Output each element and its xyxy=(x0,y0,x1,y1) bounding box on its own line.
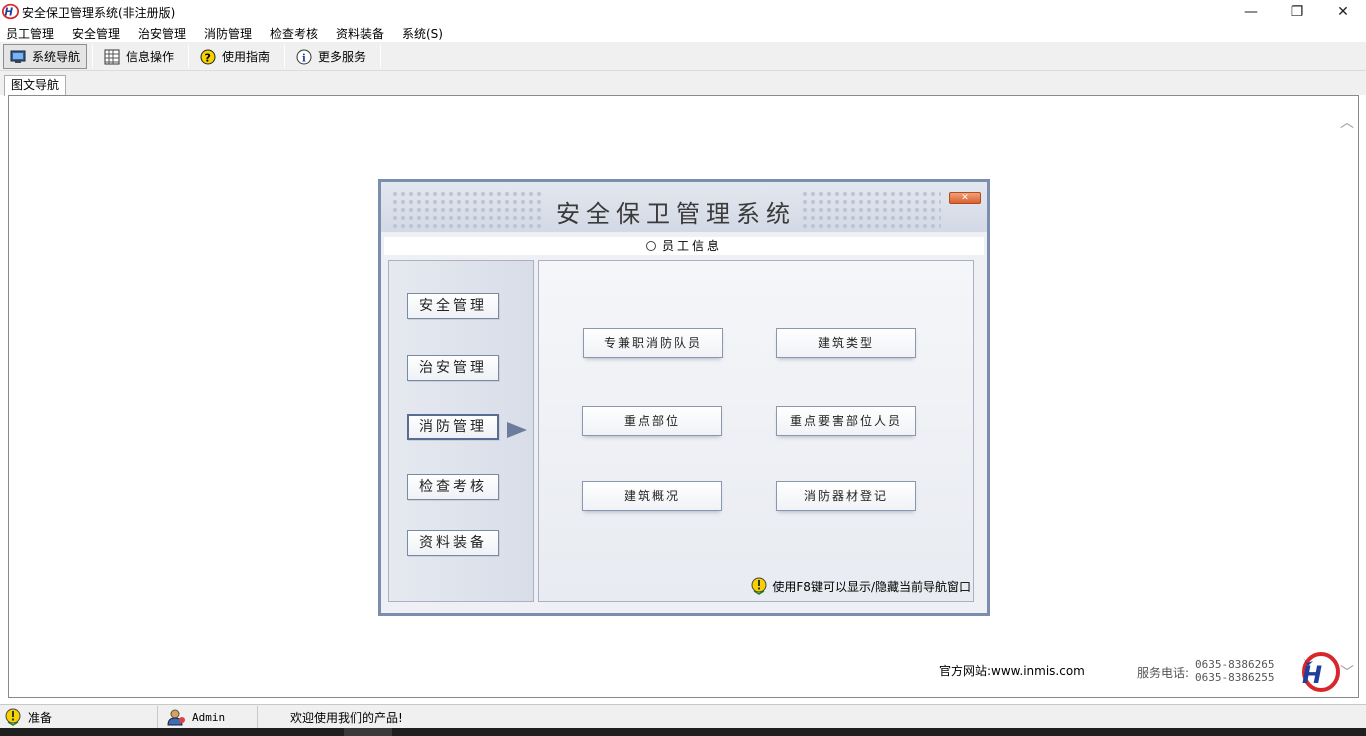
scroll-down-icon[interactable]: ﹀ xyxy=(1340,662,1354,682)
toolbar-guide-button[interactable]: ? 使用指南 xyxy=(194,44,276,69)
menu-safety[interactable]: 安全管理 xyxy=(72,25,120,42)
function-key-personnel-button[interactable]: 重点要害部位人员 xyxy=(776,406,916,436)
menu-inspection[interactable]: 检查考核 xyxy=(270,25,318,42)
tab-graphic-nav[interactable]: 图文导航 xyxy=(4,75,67,96)
category-safety-button[interactable]: 安全管理 xyxy=(407,293,499,319)
function-key-areas-button[interactable]: 重点部位 xyxy=(582,406,722,436)
navigation-title: 安全保卫管理系统 xyxy=(556,200,796,228)
content-area: ︿ ﹀ 安全保卫管理系统 ✕ 员工信息 安全管理 治安管理 消防管理 检查考核 … xyxy=(8,95,1359,698)
menu-staff[interactable]: 员工管理 xyxy=(6,25,54,42)
toolbar-nav-button[interactable]: 系统导航 xyxy=(3,44,88,69)
category-security-button[interactable]: 治安管理 xyxy=(407,355,499,381)
taskbar-active-item[interactable] xyxy=(344,728,392,736)
official-website: 官方网站:www.inmis.com xyxy=(939,664,1085,678)
section-title: 员工信息 xyxy=(661,239,722,253)
tab-strip: 图文导航 xyxy=(0,71,1366,96)
toolbar-services-button[interactable]: i 更多服务 xyxy=(290,44,372,69)
navigation-window-body: 安全保卫管理系统 ✕ 员工信息 安全管理 治安管理 消防管理 检查考核 资料装备… xyxy=(381,182,987,613)
menu-fire[interactable]: 消防管理 xyxy=(204,25,252,42)
help-icon: ? xyxy=(200,49,216,64)
svg-text:?: ? xyxy=(205,51,211,64)
restore-button[interactable]: ❐ xyxy=(1274,0,1320,23)
status-user-cell: Admin xyxy=(162,706,258,728)
svg-text:H: H xyxy=(5,8,14,19)
status-state-cell: 准备 xyxy=(0,706,158,728)
selected-arrow-icon xyxy=(507,422,527,438)
menu-equipment[interactable]: 资料装备 xyxy=(336,25,384,42)
svg-text:H: H xyxy=(1302,661,1322,689)
toolbar-info-label: 信息操作 xyxy=(126,50,175,64)
toolbar-nav-label: 系统导航 xyxy=(32,50,81,64)
function-building-type-button[interactable]: 建筑类型 xyxy=(776,328,916,358)
circle-icon xyxy=(645,241,656,251)
monitor-icon xyxy=(10,50,26,63)
status-user: Admin xyxy=(192,710,226,724)
warning-icon xyxy=(751,577,767,595)
toolbar-separator xyxy=(92,45,93,68)
category-fire-button[interactable]: 消防管理 xyxy=(407,414,499,440)
svg-text:i: i xyxy=(302,53,306,64)
toolbar-guide-label: 使用指南 xyxy=(222,50,271,64)
category-equipment-button[interactable]: 资料装备 xyxy=(407,530,499,556)
navigation-close-button[interactable]: ✕ xyxy=(949,192,981,204)
taskbar xyxy=(0,728,1366,736)
service-phone-1: 0635-8386265 xyxy=(1195,658,1275,671)
toolbar-info-button[interactable]: 信息操作 xyxy=(98,44,180,69)
company-logo-icon: H xyxy=(1302,652,1340,692)
toolbar-separator xyxy=(284,45,285,68)
warning-icon xyxy=(5,708,21,726)
service-phone-2: 0635-8386255 xyxy=(1195,671,1275,684)
close-button[interactable]: ✕ xyxy=(1320,0,1366,23)
title-bar: H 安全保卫管理系统(非注册版) — ❐ ✕ xyxy=(0,0,1366,23)
menu-bar: 员工管理 安全管理 治安管理 消防管理 检查考核 资料装备 系统(S) xyxy=(0,23,1366,42)
f8-hint: 使用F8键可以显示/隐藏当前导航窗口 xyxy=(750,577,971,595)
toolbar-services-label: 更多服务 xyxy=(318,50,367,64)
user-icon xyxy=(167,709,185,726)
scroll-up-icon[interactable]: ︿ xyxy=(1340,112,1354,132)
function-fire-equipment-button[interactable]: 消防器材登记 xyxy=(776,481,916,511)
status-message-cell: 欢迎使用我们的产品! xyxy=(286,706,686,728)
window-title: 安全保卫管理系统(非注册版) xyxy=(22,6,176,20)
function-building-overview-button[interactable]: 建筑概况 xyxy=(582,481,722,511)
status-bar: 准备 Admin 欢迎使用我们的产品! xyxy=(0,704,1366,728)
navigation-header: 安全保卫管理系统 ✕ xyxy=(381,182,987,232)
grid-icon xyxy=(104,49,120,64)
toolbar-separator xyxy=(380,45,381,68)
category-inspection-button[interactable]: 检查考核 xyxy=(407,474,499,500)
navigation-window: 安全保卫管理系统 ✕ 员工信息 安全管理 治安管理 消防管理 检查考核 资料装备… xyxy=(378,179,990,616)
menu-system[interactable]: 系统(S) xyxy=(402,25,443,42)
app-logo-icon: H xyxy=(2,3,19,20)
menu-security[interactable]: 治安管理 xyxy=(138,25,186,42)
status-state: 准备 xyxy=(28,710,53,725)
info-icon: i xyxy=(296,49,312,64)
minimize-button[interactable]: — xyxy=(1228,0,1274,23)
status-message: 欢迎使用我们的产品! xyxy=(290,710,403,725)
service-phone-label: 服务电话: xyxy=(1137,666,1190,680)
toolbar: 系统导航 信息操作 ? 使用指南 i 更多服务 xyxy=(0,42,1366,71)
f8-hint-text: 使用F8键可以显示/隐藏当前导航窗口 xyxy=(772,579,971,594)
function-panel: 专兼职消防队员 建筑类型 重点部位 重点要害部位人员 建筑概况 消防器材登记 使… xyxy=(538,260,974,602)
section-header: 员工信息 xyxy=(384,237,984,255)
toolbar-separator xyxy=(188,45,189,68)
function-firefighters-button[interactable]: 专兼职消防队员 xyxy=(583,328,723,358)
service-phones: 0635-8386265 0635-8386255 xyxy=(1195,658,1274,684)
